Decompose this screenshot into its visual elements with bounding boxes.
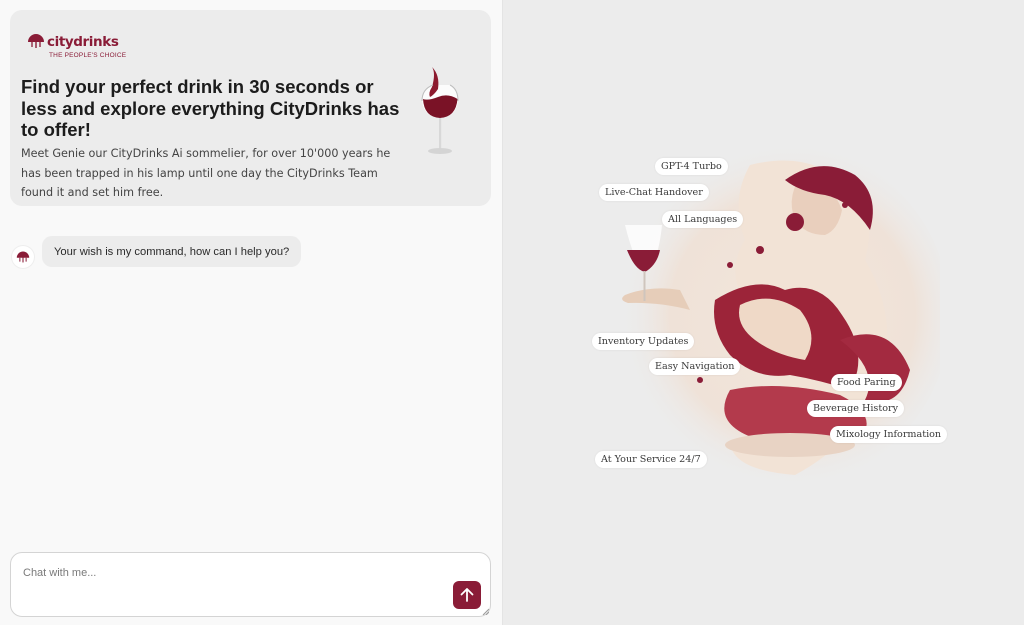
chat-panel: citydrinks THE PEOPLE'S CHOICE Find your…: [0, 0, 503, 625]
hero-intro: Meet Genie our CityDrinks Ai sommelier, …: [21, 147, 391, 199]
feature-tag: GPT-4 Turbo: [655, 158, 728, 175]
welcome-card: citydrinks THE PEOPLE'S CHOICE Find your…: [10, 10, 491, 206]
feature-tag: Easy Navigation: [649, 358, 741, 375]
hero-headline: Find your perfect drink in 30 seconds or…: [21, 76, 400, 140]
message-bubble: Your wish is my command, how can I help …: [42, 236, 302, 267]
genie-avatar: [12, 246, 34, 268]
arrow-up-icon: [460, 588, 474, 602]
umbrella-logo-icon: [16, 251, 30, 263]
send-button[interactable]: [453, 581, 481, 609]
resize-handle-icon[interactable]: [482, 608, 489, 615]
feature-tag: Food Paring: [831, 374, 902, 391]
feature-tag: At Your Service 24/7: [595, 451, 707, 468]
logo-wordmark: citydrinks: [47, 34, 119, 50]
feature-tag: Mixology Information: [830, 426, 948, 443]
chat-composer: [10, 552, 491, 617]
chat-input[interactable]: [11, 553, 441, 608]
feature-tag: All Languages: [662, 211, 744, 228]
feature-tag: Beverage History: [807, 400, 904, 417]
wine-glass-icon: [421, 67, 459, 154]
logo-tagline: THE PEOPLE'S CHOICE: [49, 52, 127, 59]
citydrinks-logo: citydrinks THE PEOPLE'S CHOICE: [27, 32, 137, 62]
umbrella-logo-icon: [28, 34, 44, 48]
feature-tag: Inventory Updates: [592, 333, 695, 350]
feature-tag: Live-Chat Handover: [599, 184, 709, 201]
